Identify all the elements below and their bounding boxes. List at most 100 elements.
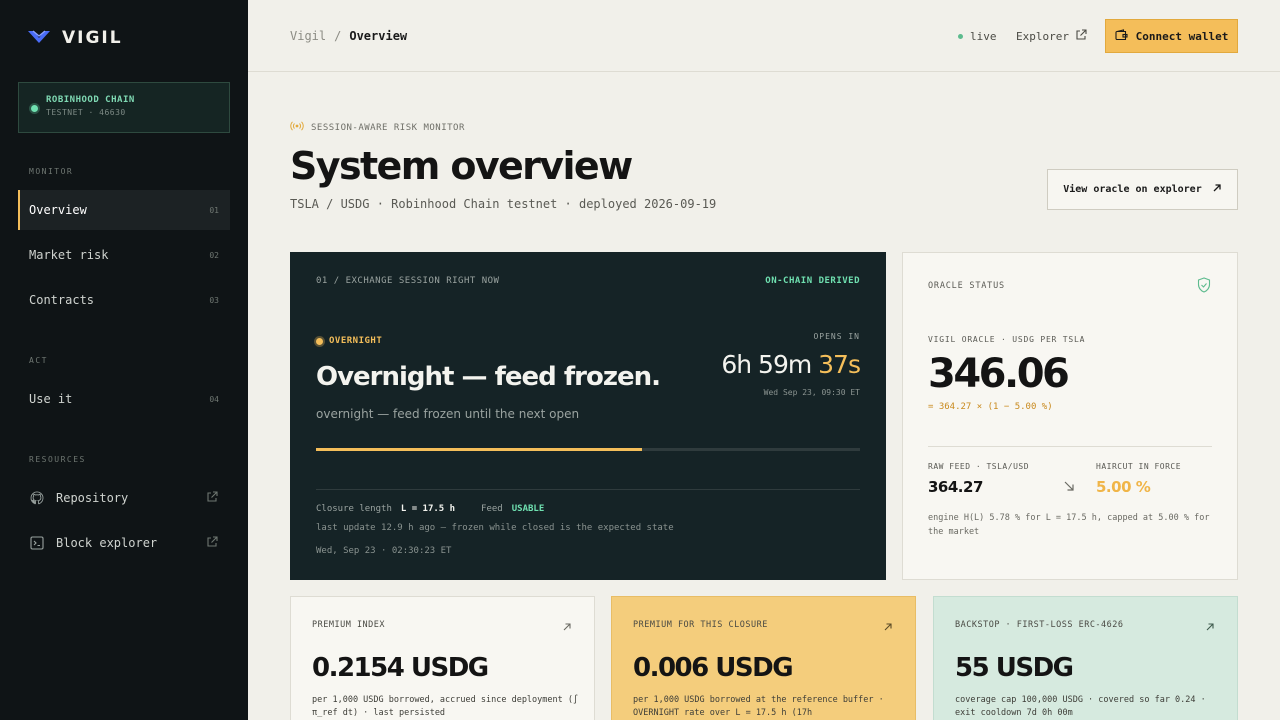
nav-section-act: ACT — [29, 356, 48, 365]
explorer-label: Explorer — [1016, 30, 1069, 43]
closure-row: Closure length L = 17.5 h Feed USABLE — [316, 504, 544, 514]
sidebar-item-label: Repository — [56, 491, 129, 505]
oracle-formula: = 364.27 × (1 − 5.00 %) — [928, 402, 1053, 412]
haircut-label: HAIRCUT IN FORCE — [1096, 462, 1182, 471]
live-dot-icon — [958, 34, 963, 39]
view-oracle-button[interactable]: View oracle on explorer — [1047, 169, 1238, 210]
view-oracle-label: View oracle on explorer — [1063, 184, 1202, 195]
countdown: 6h 59m 37s — [721, 350, 861, 379]
oracle-sublabel: VIGIL ORACLE · USDG PER TSLA — [928, 335, 1086, 344]
sidebar-item-market-risk[interactable]: Market risk 02 — [18, 235, 230, 275]
card-label: BACKSTOP · FIRST-LOSS ERC-4626 — [955, 620, 1124, 630]
vigil-logo-icon — [28, 29, 50, 48]
session-description: overnight — feed frozen until the next o… — [316, 407, 580, 421]
oracle-card: ORACLE STATUS VIGIL ORACLE · USDG PER TS… — [902, 252, 1238, 580]
page-title: System overview — [290, 144, 633, 188]
card-value: 55 USDG — [955, 653, 1074, 683]
brand-name: VIGIL — [62, 28, 123, 48]
closure-label: Closure length — [316, 504, 392, 514]
status-dot-icon — [316, 337, 323, 345]
raw-feed-label: RAW FEED · TSLA/USD — [928, 462, 1030, 471]
onchain-badge: ON-CHAIN DERIVED — [765, 276, 860, 286]
shield-check-icon — [1197, 277, 1211, 297]
sidebar-item-label: Use it — [29, 392, 73, 406]
haircut-value: 5.00 % — [1096, 478, 1151, 496]
chain-subtitle: TESTNET · 46630 — [46, 108, 126, 117]
sidebar-item-label: Contracts — [29, 293, 95, 307]
chain-title: ROBINHOOD CHAIN — [46, 95, 135, 105]
arrow-up-right-icon — [1205, 617, 1215, 636]
card-value: 0.006 USDG — [633, 653, 794, 683]
github-icon — [29, 490, 45, 506]
nav-section-resources: RESOURCES — [29, 455, 86, 464]
premium-closure-card[interactable]: PREMIUM FOR THIS CLOSURE 0.006 USDG per … — [611, 596, 916, 720]
arrow-down-right-icon — [1063, 477, 1075, 496]
arrow-up-right-icon — [883, 617, 893, 636]
feed-label: Feed — [481, 504, 503, 514]
raw-feed-value: 364.27 — [928, 478, 983, 496]
terminal-icon — [29, 535, 45, 551]
card-description: coverage cap 100,000 USDG · covered so f… — [955, 695, 1206, 718]
card-label: PREMIUM FOR THIS CLOSURE — [633, 620, 768, 630]
broadcast-icon — [290, 121, 304, 134]
arrow-up-right-icon — [1212, 183, 1222, 196]
session-title: Overnight — feed frozen. — [316, 362, 661, 392]
topbar: Vigil / Overview live Explorer Connect wal… — [248, 0, 1280, 72]
card-description: per 1,000 USDG borrowed, accrued since d… — [312, 695, 579, 718]
connect-wallet-label: Connect wallet — [1135, 29, 1229, 43]
breadcrumb-current: Overview — [349, 29, 408, 43]
oracle-note: engine H(L) 5.78 % for L = 17.5 h, cappe… — [928, 513, 1210, 537]
sidebar-item-block-explorer[interactable]: Block explorer — [18, 523, 230, 563]
premium-index-card[interactable]: PREMIUM INDEX 0.2154 USDG per 1,000 USDG… — [290, 596, 595, 720]
breadcrumb-root[interactable]: Vigil — [290, 29, 326, 43]
sidebar-item-contracts[interactable]: Contracts 03 — [18, 280, 230, 320]
brand[interactable]: VIGIL — [28, 28, 123, 48]
chain-selector[interactable]: ROBINHOOD CHAIN TESTNET · 46630 — [18, 82, 230, 133]
live-indicator: live — [958, 30, 997, 43]
opens-date: Wed Sep 23, 09:30 ET — [763, 388, 860, 397]
connect-wallet-button[interactable]: Connect wallet — [1105, 19, 1238, 53]
sidebar-item-num: 03 — [209, 295, 219, 305]
sidebar-item-use-it[interactable]: Use it 04 — [18, 379, 230, 419]
wallet-icon — [1115, 28, 1128, 44]
session-progress-fill — [316, 448, 643, 451]
sidebar-item-label: Overview — [29, 203, 87, 217]
sidebar-item-label: Block explorer — [56, 536, 158, 550]
session-label: 01 / EXCHANGE SESSION RIGHT NOW — [316, 276, 500, 286]
divider — [928, 446, 1212, 447]
eyebrow-label: SESSION-AWARE RISK MONITOR — [311, 122, 465, 133]
live-label: live — [970, 30, 997, 43]
breadcrumb-separator: / — [334, 29, 342, 43]
opens-in-label: OPENS IN — [813, 332, 860, 341]
card-value: 0.2154 USDG — [312, 653, 489, 683]
session-status-badge: OVERNIGHT — [316, 336, 382, 346]
session-progress-bar — [316, 448, 860, 451]
eyebrow: SESSION-AWARE RISK MONITOR — [290, 121, 465, 134]
backstop-card[interactable]: BACKSTOP · FIRST-LOSS ERC-4626 55 USDG c… — [933, 596, 1238, 720]
explorer-link[interactable]: Explorer — [1016, 29, 1087, 44]
session-card: 01 / EXCHANGE SESSION RIGHT NOW ON-CHAIN… — [290, 252, 886, 580]
nav-section-monitor: MONITOR — [29, 167, 74, 176]
sidebar: VIGIL ROBINHOOD CHAIN TESTNET · 46630 MO… — [0, 0, 248, 720]
card-description: per 1,000 USDG borrowed at the reference… — [633, 695, 884, 718]
external-link-icon — [1075, 29, 1087, 44]
session-timestamp: Wed, Sep 23 · 02:30:23 ET — [316, 546, 452, 556]
breadcrumb: Vigil / Overview — [290, 29, 407, 43]
external-link-icon — [206, 491, 218, 506]
external-link-icon — [206, 536, 218, 551]
sidebar-item-label: Market risk — [29, 248, 109, 262]
divider — [316, 489, 860, 490]
arrow-up-right-icon — [562, 617, 572, 636]
sidebar-item-num: 02 — [209, 250, 219, 260]
last-update: last update 12.9 h ago — frozen while cl… — [316, 523, 674, 533]
sidebar-item-repository[interactable]: Repository — [18, 478, 230, 518]
oracle-value: 346.06 — [928, 351, 1070, 397]
sidebar-item-num: 04 — [209, 394, 219, 404]
page-subtitle: TSLA / USDG · Robinhood Chain testnet · … — [290, 197, 717, 211]
sidebar-item-num: 01 — [209, 205, 219, 215]
sidebar-item-overview[interactable]: Overview 01 — [18, 190, 230, 230]
session-status-label: OVERNIGHT — [329, 336, 383, 346]
oracle-label: ORACLE STATUS — [928, 281, 1005, 291]
chain-status-dot — [31, 105, 38, 112]
closure-value: L = 17.5 h — [400, 504, 456, 514]
